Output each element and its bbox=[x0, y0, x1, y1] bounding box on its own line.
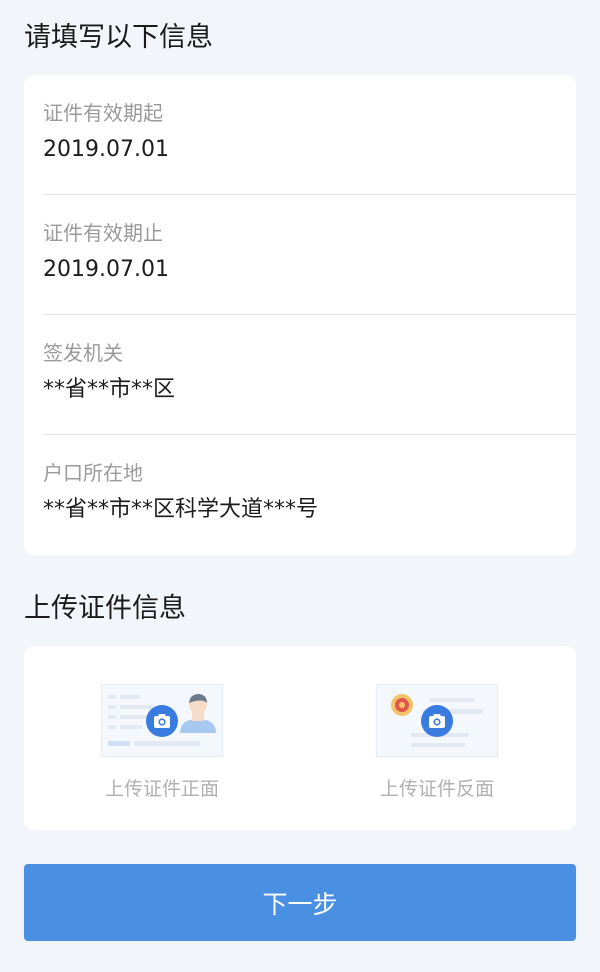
form-section-title: 请填写以下信息 bbox=[24, 22, 213, 53]
field-valid-to[interactable]: 证件有效期止 2019.07.01 bbox=[43, 195, 576, 315]
field-label: 证件有效期起 bbox=[43, 101, 163, 125]
upload-card: 上传证件正面 上传证件反面 bbox=[24, 646, 576, 830]
upload-back-label: 上传证件反面 bbox=[379, 778, 494, 800]
field-issuing-authority[interactable]: 签发机关 **省**市**区 bbox=[43, 315, 576, 435]
field-value[interactable]: 2019.07.01 bbox=[43, 259, 169, 281]
upload-front-button[interactable]: 上传证件正面 bbox=[101, 684, 223, 802]
upload-front-label: 上传证件正面 bbox=[104, 778, 219, 800]
id-info-form-page: 请填写以下信息 证件有效期起 2019.07.01 证件有效期止 2019.07… bbox=[0, 0, 600, 972]
field-valid-from[interactable]: 证件有效期起 2019.07.01 bbox=[43, 75, 576, 195]
camera-icon bbox=[146, 705, 178, 737]
field-value[interactable]: 2019.07.01 bbox=[43, 139, 169, 161]
info-card: 证件有效期起 2019.07.01 证件有效期止 2019.07.01 签发机关… bbox=[24, 75, 576, 555]
upload-section-title: 上传证件信息 bbox=[24, 593, 186, 624]
field-label: 签发机关 bbox=[43, 341, 123, 365]
field-label: 户口所在地 bbox=[43, 461, 143, 485]
avatar-placeholder-icon bbox=[180, 694, 216, 733]
upload-back-button[interactable]: 上传证件反面 bbox=[376, 684, 498, 802]
field-value[interactable]: **省**市**区 bbox=[43, 379, 175, 401]
field-value[interactable]: **省**市**区科学大道***号 bbox=[43, 499, 318, 521]
camera-icon bbox=[421, 705, 453, 737]
national-emblem-icon bbox=[391, 694, 413, 716]
field-household-address[interactable]: 户口所在地 **省**市**区科学大道***号 bbox=[43, 435, 576, 555]
field-label: 证件有效期止 bbox=[43, 221, 163, 245]
next-step-button[interactable]: 下一步 bbox=[24, 864, 576, 941]
